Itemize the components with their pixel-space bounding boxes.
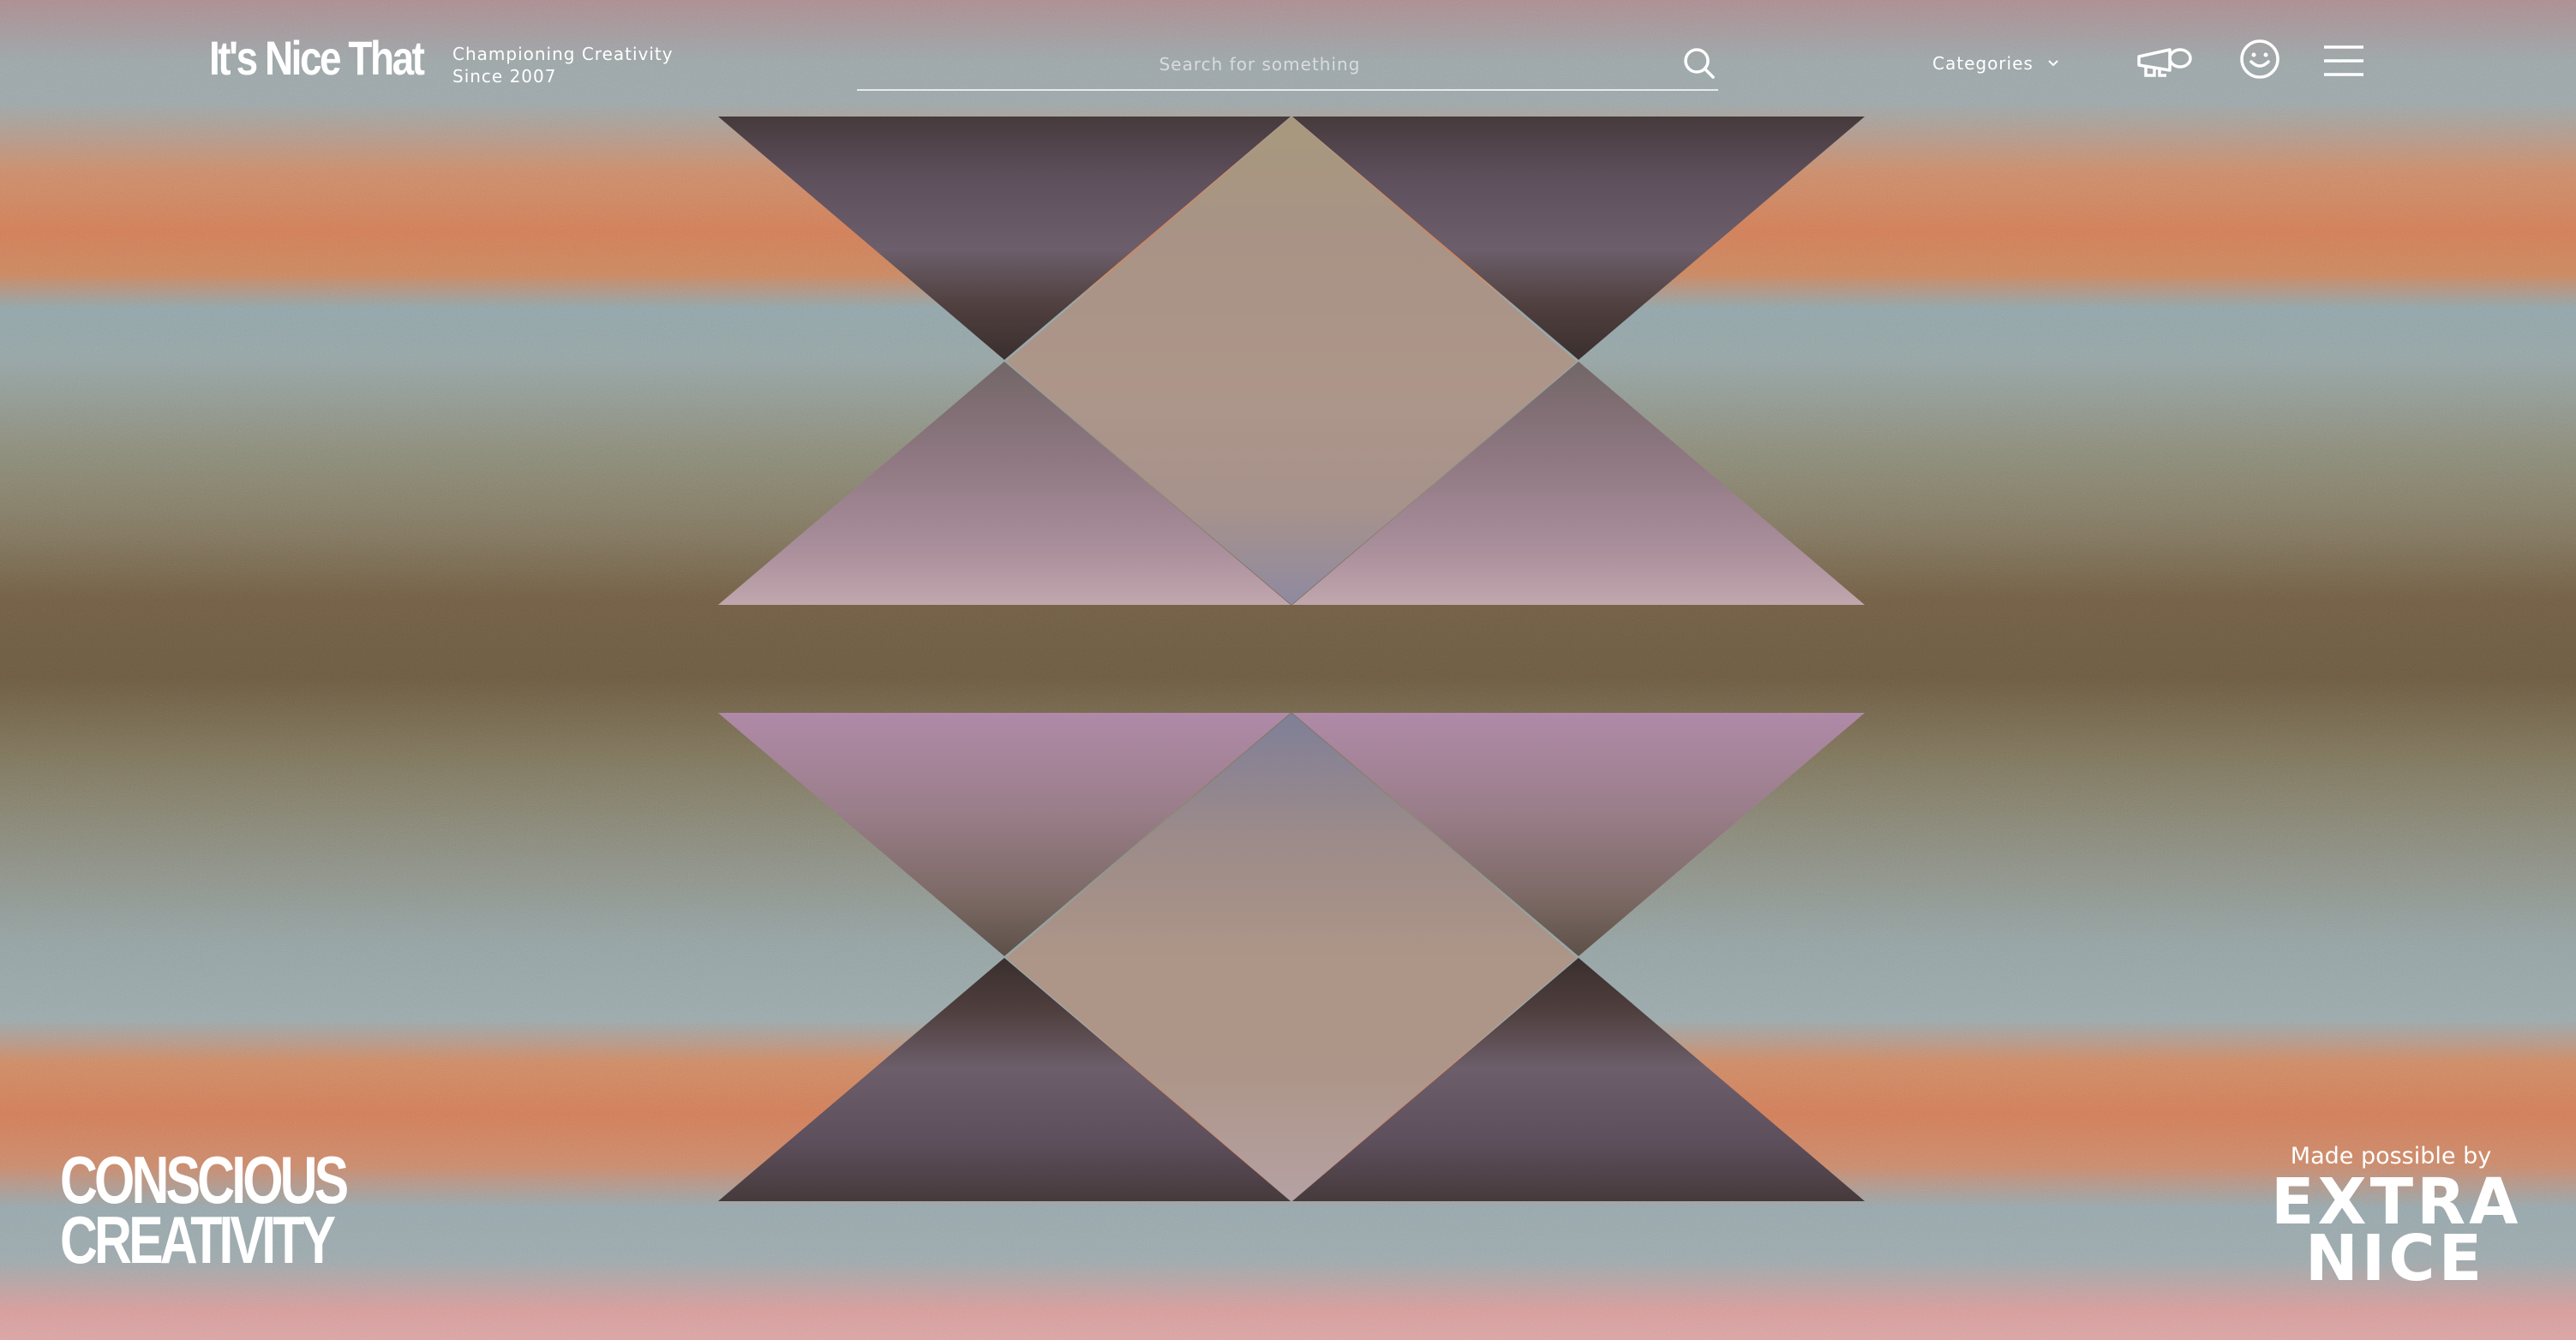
search-bar [857, 45, 1718, 91]
sponsor-name-line-2: NICE [2304, 1222, 2486, 1295]
chevron-down-icon [2048, 60, 2058, 67]
search-input[interactable] [857, 45, 1662, 84]
extra-nice-logo[interactable]: EXTRA NICE [2271, 1170, 2519, 1295]
smiley-icon[interactable] [2238, 38, 2281, 81]
site-logo[interactable]: It's Nice That [209, 34, 425, 82]
hamburger-menu-icon[interactable] [2322, 43, 2365, 79]
conscious-creativity-logo[interactable]: CONSCIOUS CREATIVITY [60, 1142, 349, 1277]
categories-dropdown[interactable]: Categories [1932, 53, 2059, 74]
search-icon[interactable] [1680, 45, 1718, 82]
categories-label: Categories [1932, 53, 2034, 74]
site-tagline: Championing Creativity Since 2007 [452, 43, 674, 87]
geometric-artwork [718, 117, 1865, 1201]
tagline-line-1: Championing Creativity [452, 44, 674, 64]
campaign-line-1: CONSCIOUS [60, 1142, 349, 1217]
campaign-line-2: CREATIVITY [60, 1202, 336, 1277]
tagline-line-2: Since 2007 [452, 66, 557, 87]
megaphone-icon[interactable] [2136, 41, 2196, 82]
hero-background: It's Nice That Championing Creativity Si… [0, 0, 2576, 1340]
